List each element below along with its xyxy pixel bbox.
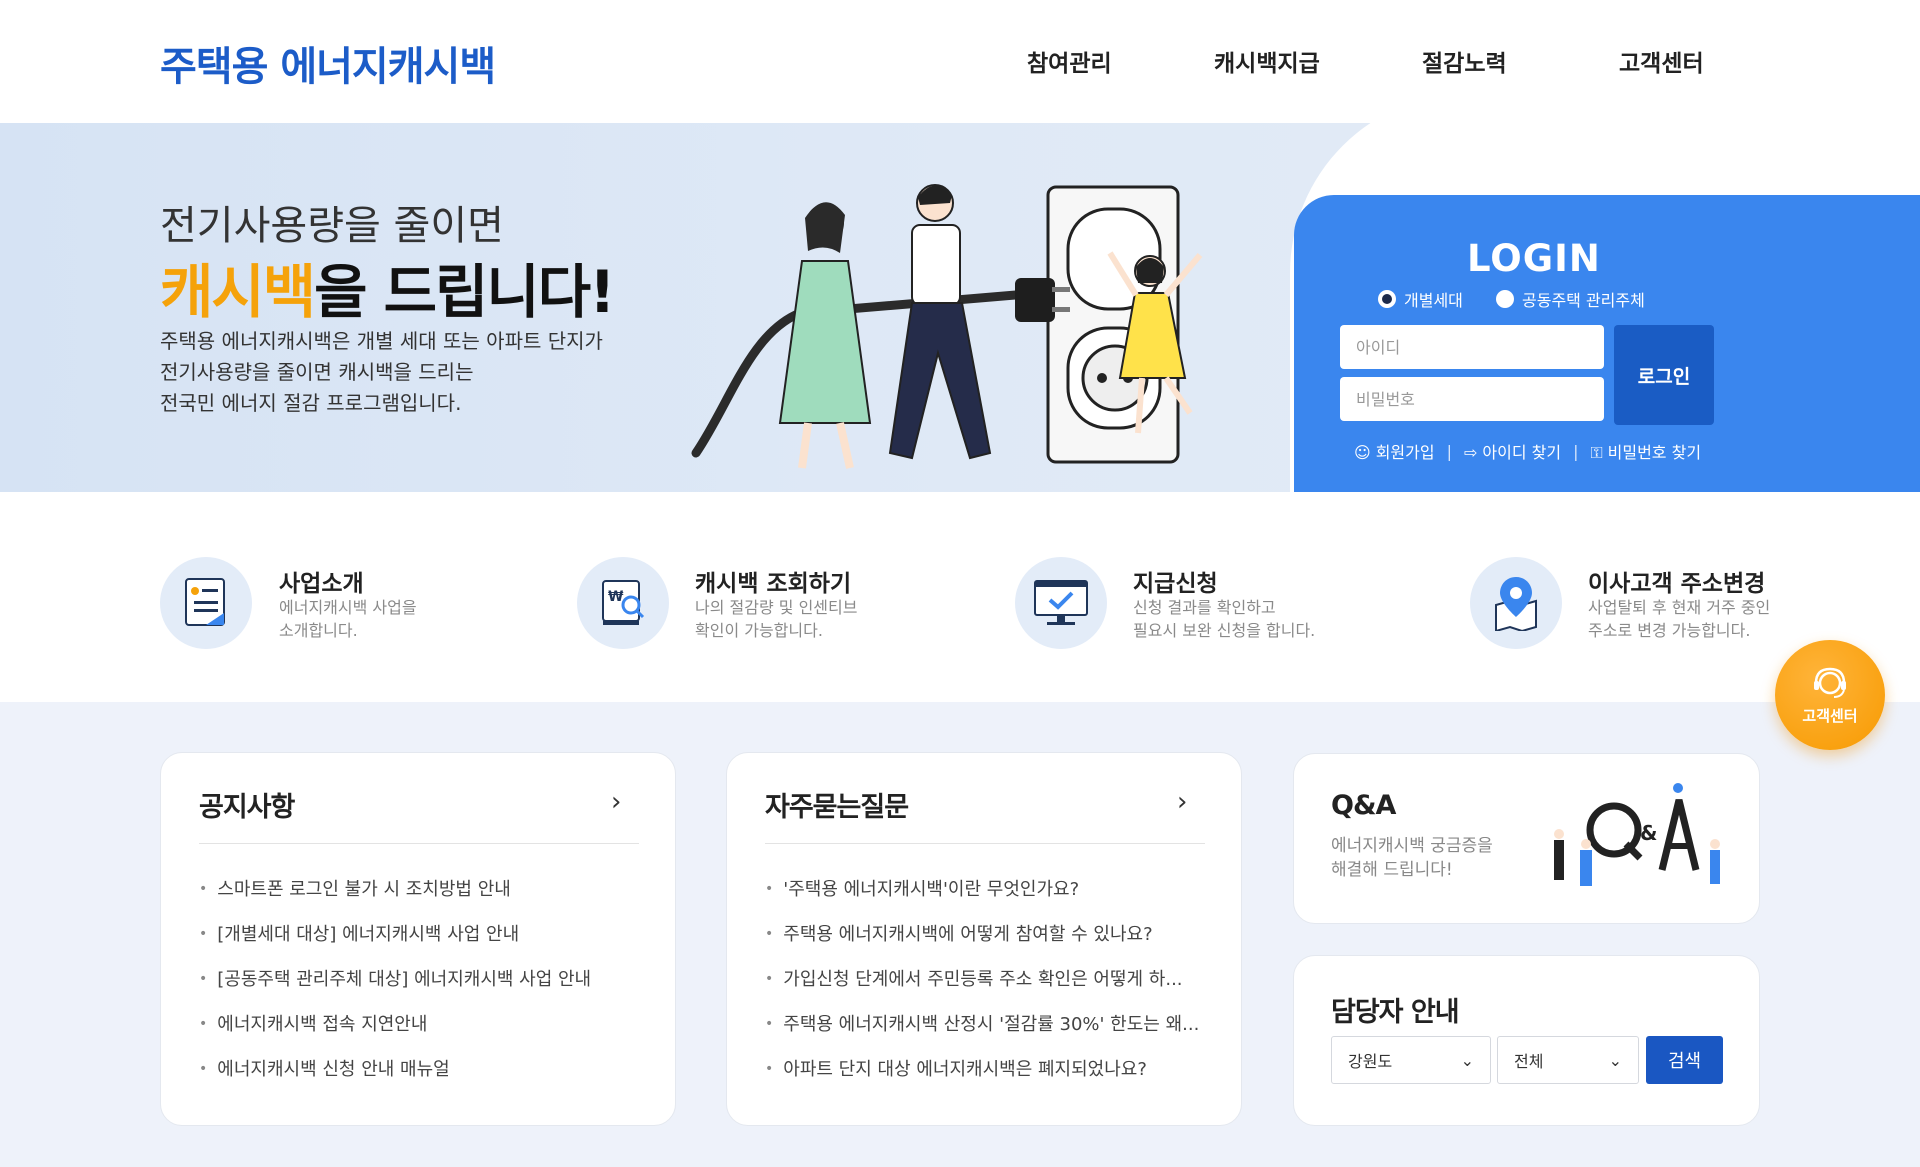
login-title: LOGIN xyxy=(1467,237,1601,280)
document-list-icon[interactable] xyxy=(160,557,252,649)
service-desc-line: 소개합니다. xyxy=(279,621,358,640)
radio-individual[interactable]: 개별세대 xyxy=(1378,287,1463,311)
signup-label: 회원가입 xyxy=(1375,443,1435,462)
chevron-right-icon[interactable]: › xyxy=(611,787,621,817)
hero-title-accent: 캐시백 xyxy=(160,258,316,326)
qa-desc-line: 해결해 드립니다! xyxy=(1331,860,1453,880)
notice-item[interactable]: 에너지캐시백 신청 안내 매뉴얼 xyxy=(199,1055,639,1081)
login-links: ☺ 회원가입 | ⇨ 아이디 찾기 | ⚿ 비밀번호 찾기 xyxy=(1354,439,1701,463)
hero-title-rest: 을 드립니다! xyxy=(314,258,615,326)
services-section: 사업소개 에너지캐시백 사업을소개합니다. ₩ 캐시백 조회하기 나의 절감량 … xyxy=(0,492,1920,702)
faq-item[interactable]: 주택용 에너지캐시백에 어떻게 참여할 수 있나요? xyxy=(765,920,1205,946)
faq-card: 자주묻는질문 › '주택용 에너지캐시백'이란 무엇인가요? 주택용 에너지캐시… xyxy=(726,752,1242,1126)
find-password-link[interactable]: ⚿ 비밀번호 찾기 xyxy=(1590,439,1701,463)
link-divider: | xyxy=(1573,441,1579,461)
svg-text:₩: ₩ xyxy=(608,589,624,605)
nav-saving-effort[interactable]: 절감노력 xyxy=(1422,44,1507,78)
qa-description: 에너지캐시백 궁금증을해결해 드립니다! xyxy=(1331,834,1493,882)
nav-participation[interactable]: 참여관리 xyxy=(1027,44,1112,78)
id-input[interactable] xyxy=(1340,325,1604,369)
radio-label: 개별세대 xyxy=(1404,291,1463,310)
hero-subtitle: 전기사용량을 줄이면 xyxy=(160,203,504,249)
scope-select-value: 전체 xyxy=(1514,1052,1544,1071)
qa-title: Q&A xyxy=(1331,790,1396,821)
manager-card: 담당자 안내 강원도 ⌄ 전체 ⌄ 검색 xyxy=(1293,955,1760,1126)
service-desc-line: 에너지캐시백 사업을 xyxy=(279,598,417,617)
divider xyxy=(765,843,1205,844)
qa-card[interactable]: Q&A 에너지캐시백 궁금증을해결해 드립니다! & xyxy=(1293,753,1760,924)
signup-link[interactable]: ☺ 회원가입 xyxy=(1354,439,1435,463)
service-desc-line: 필요시 보완 신청을 합니다. xyxy=(1133,621,1316,640)
service-desc-line: 주소로 변경 가능합니다. xyxy=(1588,621,1751,640)
service-desc: 신청 결과를 확인하고필요시 보완 신청을 합니다. xyxy=(1133,596,1315,642)
manager-title: 담당자 안내 xyxy=(1331,997,1460,1028)
service-desc-line: 신청 결과를 확인하고 xyxy=(1133,598,1276,617)
service-desc: 에너지캐시백 사업을소개합니다. xyxy=(279,596,417,642)
faq-item[interactable]: '주택용 에너지캐시백'이란 무엇인가요? xyxy=(765,875,1205,901)
faq-item[interactable]: 가입신청 단계에서 주민등록 주소 확인은 어떻게 하... xyxy=(765,965,1205,991)
service-title[interactable]: 캐시백 조회하기 xyxy=(695,564,851,598)
radio-checked-icon[interactable] xyxy=(1378,290,1396,308)
service-title[interactable]: 사업소개 xyxy=(279,564,364,598)
login-button[interactable]: 로그인 xyxy=(1614,325,1714,425)
key-icon: ⚿ xyxy=(1590,443,1603,462)
monitor-check-icon[interactable] xyxy=(1015,557,1107,649)
floating-cs-label: 고객센터 xyxy=(1802,706,1858,725)
service-desc-line: 확인이 가능합니다. xyxy=(695,621,823,640)
service-title[interactable]: 이사고객 주소변경 xyxy=(1588,564,1765,598)
faq-title[interactable]: 자주묻는질문 xyxy=(765,785,909,824)
nav-cashback-payment[interactable]: 캐시백지급 xyxy=(1214,44,1320,78)
login-panel: LOGIN 개별세대 공동주택 관리주체 로그인 ☺회원가입 | ⇨아이디 찾기… xyxy=(1294,195,1920,505)
cashback-search-icon[interactable]: ₩ xyxy=(577,557,669,649)
user-icon: ☺ xyxy=(1354,443,1371,462)
chevron-right-icon[interactable]: › xyxy=(1177,787,1187,817)
hero-title: 캐시백을 드립니다! xyxy=(160,245,616,329)
scope-select[interactable]: 전체 ⌄ xyxy=(1497,1036,1639,1084)
radio-unchecked-icon[interactable] xyxy=(1496,290,1514,308)
notice-card: 공지사항 › 스마트폰 로그인 불가 시 조치방법 안내 [개별세대 대상] 에… xyxy=(160,752,676,1126)
service-desc: 나의 절감량 및 인센티브확인이 가능합니다. xyxy=(695,596,857,642)
notice-item[interactable]: [개별세대 대상] 에너지캐시백 사업 안내 xyxy=(199,920,639,946)
chevron-down-icon: ⌄ xyxy=(1608,1050,1622,1070)
site-logo[interactable]: 주택용 에너지캐시백 xyxy=(160,34,496,92)
hero-desc-line: 전기사용량을 줄이면 캐시백을 드리는 xyxy=(160,360,474,384)
link-divider: | xyxy=(1446,441,1452,461)
floating-customer-center-button[interactable]: 고객센터 xyxy=(1775,640,1885,750)
notice-item[interactable]: 에너지캐시백 접속 지연안내 xyxy=(199,1010,639,1036)
region-select[interactable]: 강원도 ⌄ xyxy=(1331,1036,1491,1084)
region-select-value: 강원도 xyxy=(1348,1052,1393,1071)
radio-apartment-manager[interactable]: 공동주택 관리주체 xyxy=(1496,287,1645,311)
service-desc-line: 사업탈퇴 후 현재 거주 중인 xyxy=(1588,598,1771,617)
radio-label: 공동주택 관리주체 xyxy=(1522,291,1645,310)
map-pin-icon[interactable] xyxy=(1470,557,1562,649)
find-id-link[interactable]: ⇨ 아이디 찾기 xyxy=(1464,439,1561,463)
site-header: 주택용 에너지캐시백 참여관리 캐시백지급 절감노력 고객센터 xyxy=(0,0,1920,123)
headset-icon xyxy=(1814,667,1846,698)
find-id-label: 아이디 찾기 xyxy=(1482,443,1562,462)
svg-text:&: & xyxy=(1640,821,1657,845)
notice-title[interactable]: 공지사항 xyxy=(199,785,295,824)
qa-desc-line: 에너지캐시백 궁금증을 xyxy=(1331,836,1493,856)
notice-item[interactable]: [공동주택 관리주체 대상] 에너지캐시백 사업 안내 xyxy=(199,965,639,991)
nav-customer-center[interactable]: 고객센터 xyxy=(1619,44,1704,78)
faq-item[interactable]: 아파트 단지 대상 에너지캐시백은 폐지되었나요? xyxy=(765,1055,1205,1081)
find-pw-label: 비밀번호 찾기 xyxy=(1607,443,1702,462)
notice-item[interactable]: 스마트폰 로그인 불가 시 조치방법 안내 xyxy=(199,875,639,901)
service-title[interactable]: 지급신청 xyxy=(1133,564,1218,598)
qa-people-illustration: & xyxy=(1554,783,1720,886)
search-button[interactable]: 검색 xyxy=(1646,1036,1723,1084)
hero-description: 주택용 에너지캐시백은 개별 세대 또는 아파트 단지가 전기사용량을 줄이면 … xyxy=(160,326,680,419)
divider xyxy=(199,843,639,844)
password-input[interactable] xyxy=(1340,377,1604,421)
hero-desc-line: 주택용 에너지캐시백은 개별 세대 또는 아파트 단지가 xyxy=(160,329,603,353)
chevron-down-icon: ⌄ xyxy=(1460,1050,1474,1070)
login-box-icon: ⇨ xyxy=(1463,443,1478,462)
hero-desc-line: 전국민 에너지 절감 프로그램입니다. xyxy=(160,391,462,415)
service-desc: 사업탈퇴 후 현재 거주 중인주소로 변경 가능합니다. xyxy=(1588,596,1770,642)
faq-item[interactable]: 주택용 에너지캐시백 산정시 '절감률 30%' 한도는 왜... xyxy=(765,1010,1205,1036)
service-desc-line: 나의 절감량 및 인센티브 xyxy=(695,598,858,617)
family-unplugging-illustration xyxy=(691,184,1203,469)
